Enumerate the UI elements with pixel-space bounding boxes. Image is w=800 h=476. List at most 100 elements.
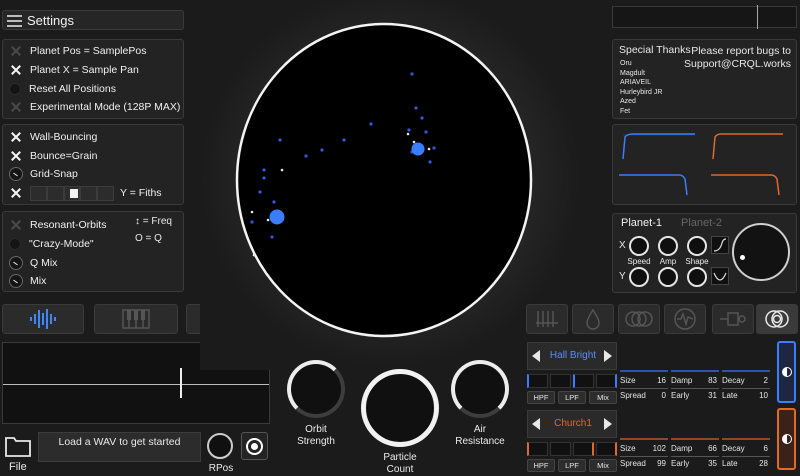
reverb-2-enable-toggle[interactable] [777,408,796,470]
reverb-2-preset-selector[interactable]: Church1 [527,410,617,438]
x-shape-knob[interactable] [687,236,707,256]
drop-icon [586,308,600,330]
xy-pad-cursor[interactable] [740,255,745,260]
rings-icon [625,311,653,327]
mix-knob[interactable]: Mix [9,272,46,290]
bounce-grain-toggle[interactable]: Bounce=Grain [9,147,97,165]
routing-view-button[interactable] [712,304,754,334]
thanks-name: Fet [620,107,631,115]
experimental-mode-toggle[interactable]: Experimental Mode (128P MAX) [9,98,180,116]
reverb-1-spread[interactable]: Spread 0 [620,391,666,400]
settings-title: Settings [27,13,74,28]
rpos-label: RPos [208,463,234,474]
button-dot-icon [9,83,21,95]
reverb-2-late[interactable]: Late 28 [722,459,768,468]
toggle-x-icon [9,130,23,144]
piano-icon [122,309,150,329]
grid-bars-icon [536,311,558,327]
button-label: Reset All Positions [29,83,116,95]
hamburger-icon[interactable] [7,15,22,27]
file-button[interactable]: File [3,433,33,473]
wall-bouncing-toggle[interactable]: Wall-Bouncing [9,128,97,146]
drop-view-button[interactable] [572,304,614,334]
resonant-orbits-toggle[interactable]: Resonant-Orbits [9,216,106,234]
orbit-canvas[interactable] [234,22,534,342]
toggle-x-icon[interactable] [9,186,23,200]
q-legend: O = Q [135,233,162,244]
reverb-1-enable-toggle[interactable] [777,341,796,403]
waveform-view-button[interactable] [2,304,84,334]
y-shape-knob[interactable] [687,267,707,287]
planet-1[interactable] [411,142,425,156]
reverb-2-mix-button[interactable]: Mix [589,459,617,472]
granular-view-button[interactable] [526,304,568,334]
reverb-2-early[interactable]: Early 35 [671,459,717,468]
orbit-strength-knob[interactable] [287,360,345,418]
rpos-knob[interactable] [207,433,233,459]
distortion-view-button[interactable] [664,304,706,334]
reverb-1-hpf-button[interactable]: HPF [527,391,555,404]
preset-prev-icon[interactable] [532,418,540,430]
settings-group-2: Wall-Bouncing Bounce=Grain Grid-Snap Y =… [2,124,184,205]
reverb-2-spread[interactable]: Spread 99 [620,459,666,468]
reverb-view-button[interactable] [756,304,798,334]
bug-report-email[interactable]: Support@CRQL.works [684,58,791,70]
fiths-segment-selector[interactable] [30,185,114,201]
tab-planet-1[interactable]: Planet-1 [621,217,662,229]
reverb-2-hpf-button[interactable]: HPF [527,459,555,472]
reverb-2-params: Size 102 Damp 66 Decay 6 Spread 99 Early 35 L… [620,438,770,472]
reverb-2-damp[interactable]: Damp 66 [671,444,717,453]
x-amp-knob[interactable] [658,236,678,256]
reverb-1-lpf-button[interactable]: LPF [558,391,586,404]
record-button[interactable] [241,432,268,460]
knob-label: Mix [30,275,47,287]
reverb-1-early[interactable]: Early 31 [671,391,717,400]
playhead-marker[interactable] [180,368,182,398]
keyboard-view-button[interactable] [94,304,178,334]
reverb-1-late[interactable]: Late 10 [722,391,768,400]
preset-next-icon[interactable] [604,418,612,430]
concentric-rings-icon [765,310,789,328]
top-level-meter[interactable] [612,5,797,29]
planet-xy-pad[interactable] [732,223,790,281]
particle-count-knob[interactable] [361,369,439,447]
planet-x-toggle[interactable]: Planet X = Sample Pan [9,61,139,79]
reverb-1-decay[interactable]: Decay 2 [722,376,768,385]
planet-pos-toggle[interactable]: Planet Pos = SamplePos [9,42,146,60]
lfo-x-label: X [619,240,626,251]
chorus-view-button[interactable] [618,304,660,334]
reverb-2-filter-sliders[interactable] [527,442,617,456]
envelope-display[interactable] [612,124,797,205]
folder-icon [5,437,31,457]
air-resistance-knob[interactable] [451,360,509,418]
y-amp-knob[interactable] [658,267,678,287]
thanks-name: Oru [620,60,632,67]
q-mix-knob[interactable]: Q Mix [9,254,57,272]
reset-positions-button[interactable]: Reset All Positions [9,80,116,98]
y-speed-knob[interactable] [629,267,649,287]
crazy-mode-toggle[interactable]: "Crazy-Mode" [9,235,94,253]
tab-planet-2[interactable]: Planet-2 [681,217,722,229]
file-label: File [9,461,27,473]
reverb-1-damp[interactable]: Damp 83 [671,376,717,385]
reverb-2-size[interactable]: Size 102 [620,444,666,453]
toggle-label: Experimental Mode (128P MAX) [30,101,181,113]
grid-snap-knob[interactable]: Grid-Snap [9,165,78,183]
planet-2[interactable] [269,209,285,225]
curve-dip-icon [713,272,727,281]
reverb-2-lpf-button[interactable]: LPF [558,459,586,472]
reverb-2-decay[interactable]: Decay 6 [722,444,768,453]
preset-next-icon[interactable] [604,350,612,362]
thanks-name-list: Oru Magdult ARIAVEIL Hurleybird JR Azed … [620,59,662,116]
reverb-1-mix-button[interactable]: Mix [589,391,617,404]
reverb-1-preset-selector[interactable]: Hall Bright [527,342,617,370]
routing-icon [720,312,746,326]
preset-prev-icon[interactable] [532,350,540,362]
speed-label: Speed [627,257,651,266]
y-shape-preview [711,267,729,285]
reverb-1-size[interactable]: Size 16 [620,376,666,385]
toggle-label: Wall-Bouncing [30,131,98,143]
load-wav-prompt[interactable]: Load a WAV to get started [38,432,201,462]
reverb-1-filter-sliders[interactable] [527,374,617,388]
x-speed-knob[interactable] [629,236,649,256]
